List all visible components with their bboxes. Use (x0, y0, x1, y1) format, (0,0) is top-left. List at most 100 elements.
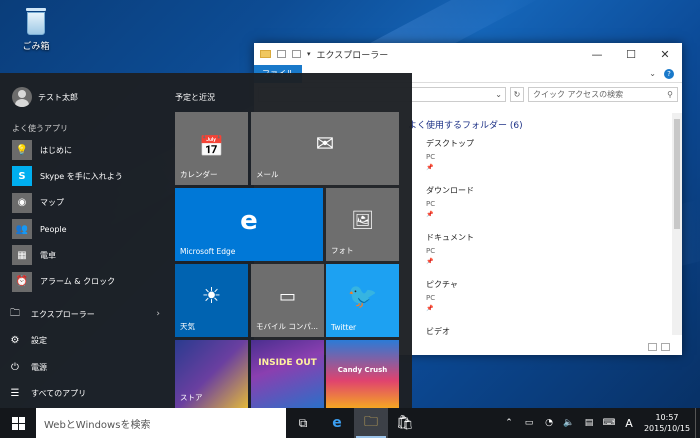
search-icon: ⚲ (667, 89, 673, 99)
windows-logo-icon (11, 416, 25, 430)
maps-icon: ◉ (12, 192, 32, 213)
tile-phone-companion[interactable]: ▭ モバイル コンパ... (251, 264, 324, 337)
app-alarms[interactable]: ⏰ アラーム & クロック (12, 268, 162, 294)
folder-icon (260, 50, 271, 58)
recycle-bin[interactable]: ごみ箱 (16, 6, 56, 52)
tile-mail[interactable]: ✉ メール (251, 112, 399, 185)
list-item[interactable]: デスクトップ PC 📌 (408, 134, 672, 181)
properties-icon[interactable] (277, 50, 286, 58)
help-icon[interactable]: ? (664, 68, 674, 79)
explorer-title: エクスプローラー (316, 50, 389, 61)
list-item[interactable]: ダウンロード PC 📌 (408, 181, 672, 228)
tile-weather[interactable]: ☀ 天気 (175, 264, 248, 337)
search-placeholder: クイック アクセスの検索 (533, 89, 624, 99)
tile-label: ストア (180, 393, 203, 402)
tile-twitter[interactable]: 🐦 Twitter (326, 264, 399, 337)
tile-label: Microsoft Edge (180, 247, 236, 256)
system-power[interactable]: ⏻ 電源 (8, 354, 160, 381)
tile-store[interactable]: ストア (175, 340, 248, 408)
clock-time: 10:57 (655, 413, 679, 422)
tile-label: モバイル コンパ... (256, 322, 319, 331)
ribbon-expand-icon[interactable]: ⌄ (649, 69, 656, 78)
tile-game-candy[interactable]: Candy Crush (326, 340, 399, 408)
tile-label: カレンダー (180, 170, 218, 179)
sun-icon: ☀ (201, 284, 222, 309)
folder-icon: 🗀 (10, 307, 20, 319)
folder-name: ビデオ (426, 327, 450, 336)
address-dropdown-icon[interactable]: ⌄ (495, 90, 502, 99)
user-account[interactable]: テスト太郎 (12, 87, 78, 107)
ime-indicator[interactable]: A (619, 417, 639, 430)
action-center-icon[interactable]: ▤ (579, 418, 599, 428)
app-label: Skype を手に入れよう (40, 171, 123, 181)
app-maps[interactable]: ◉ マップ (12, 190, 162, 216)
scrollbar[interactable] (672, 113, 682, 335)
system-label: 電源 (31, 362, 47, 372)
taskbar-store[interactable]: 🛍 (388, 408, 422, 438)
tile-edge[interactable]: e Microsoft Edge (175, 188, 323, 261)
start-menu-tiles: 予定と近況 📅 カレンダー ✉ メール e Microsoft Edge 🖼 フ… (175, 73, 405, 408)
taskbar-explorer[interactable]: 🗀 (354, 408, 388, 438)
calculator-icon: ▦ (12, 245, 32, 266)
avatar (12, 87, 32, 107)
task-view-button[interactable]: ⧉ (286, 408, 320, 438)
system-all-apps[interactable]: ☰ すべてのアプリ (8, 381, 160, 408)
details-view-icon[interactable] (648, 343, 657, 351)
taskbar-edge[interactable]: e (320, 408, 354, 438)
close-button[interactable]: ✕ (648, 43, 682, 65)
minimize-button[interactable]: — (580, 43, 614, 65)
user-name: テスト太郎 (38, 92, 78, 102)
tile-game-inside-out[interactable]: INSIDE OUT (251, 340, 324, 408)
app-label: はじめに (40, 145, 72, 155)
system-explorer[interactable]: 🗀 エクスプローラー › (8, 301, 160, 328)
new-folder-icon[interactable] (292, 50, 301, 58)
task-view-icon: ⧉ (298, 415, 308, 430)
explorer-titlebar[interactable]: ▾ エクスプローラー — ☐ ✕ (254, 43, 682, 65)
system-label: すべてのアプリ (31, 389, 87, 399)
volume-icon[interactable]: 🔈 (559, 418, 579, 428)
skype-icon: S (12, 166, 32, 187)
list-item[interactable]: ビデオ (408, 322, 672, 342)
refresh-button[interactable]: ↻ (510, 86, 524, 102)
app-skype[interactable]: S Skype を手に入れよう (12, 163, 162, 189)
phone-companion-icon: ▭ (278, 286, 296, 307)
people-icon: 👥 (12, 219, 32, 240)
start-button[interactable] (0, 408, 36, 438)
recycle-bin-label: ごみ箱 (22, 42, 50, 52)
quick-access-dropdown-icon[interactable]: ▾ (307, 50, 311, 58)
scrollbar-thumb[interactable] (674, 119, 680, 229)
show-desktop-button[interactable] (695, 408, 700, 438)
app-label: 電卓 (40, 250, 56, 260)
keyboard-icon[interactable]: ⌨ (599, 418, 619, 428)
game-title: Candy Crush (337, 366, 388, 374)
maximize-button[interactable]: ☐ (614, 43, 648, 65)
tile-label: メール (256, 170, 279, 179)
folder-name: ダウンロード (426, 186, 474, 195)
network-icon[interactable]: ◔ (539, 418, 559, 428)
gear-icon: ⚙ (10, 335, 20, 347)
chevron-right-icon[interactable]: › (156, 309, 160, 319)
folder-location: PC (426, 200, 436, 208)
system-settings[interactable]: ⚙ 設定 (8, 328, 160, 355)
tile-photos[interactable]: 🖼 フォト (326, 188, 399, 261)
most-used-list: 💡 はじめに S Skype を手に入れよう ◉ マップ 👥 People ▦ … (12, 137, 162, 295)
section-header[interactable]: よく使用するフォルダー (6) (408, 118, 672, 134)
search-input[interactable]: クイック アクセスの検索 ⚲ (528, 86, 678, 102)
list-item[interactable]: ドキュメント PC 📌 (408, 228, 672, 275)
tile-group-title[interactable]: 予定と近況 (175, 92, 215, 103)
clock[interactable]: 10:57 2015/10/15 (639, 412, 695, 434)
show-hidden-icons-icon[interactable]: ⌃ (499, 418, 519, 428)
list-item[interactable]: ピクチャ PC 📌 (408, 275, 672, 322)
folder-name: ドキュメント (426, 233, 474, 242)
app-label: アラーム & クロック (40, 277, 116, 287)
taskbar-search-input[interactable]: WebとWindowsを検索 (36, 408, 286, 438)
app-getting-started[interactable]: 💡 はじめに (12, 137, 162, 163)
tile-label: Twitter (331, 323, 357, 332)
app-calculator[interactable]: ▦ 電卓 (12, 242, 162, 268)
tile-calendar[interactable]: 📅 カレンダー (175, 112, 248, 185)
twitter-bird-icon: 🐦 (347, 282, 378, 310)
app-people[interactable]: 👥 People (12, 216, 162, 242)
battery-icon[interactable]: ▭ (519, 418, 539, 428)
large-icons-view-icon[interactable] (661, 343, 670, 351)
game-title: INSIDE OUT (258, 358, 317, 368)
